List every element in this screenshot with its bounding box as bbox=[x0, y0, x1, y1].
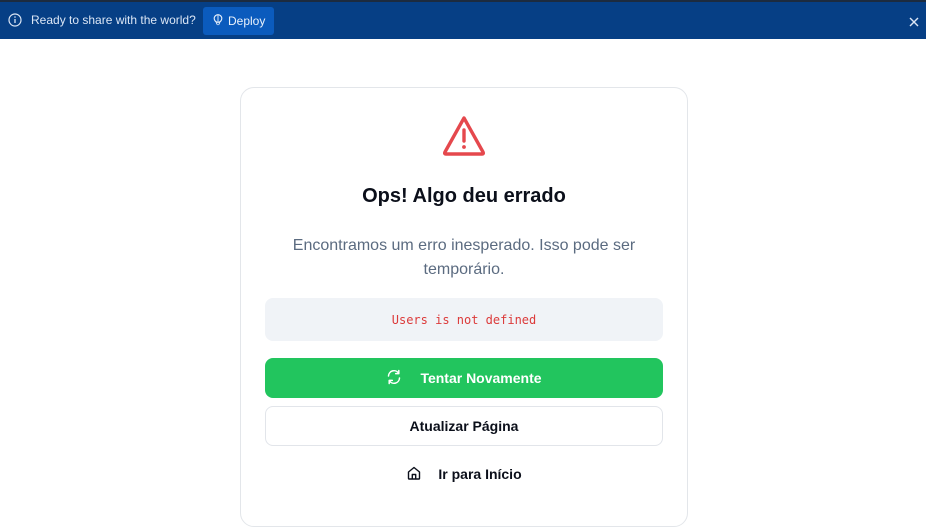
reload-page-label: Atualizar Página bbox=[409, 418, 519, 434]
error-description: Encontramos um erro inesperado. Isso pod… bbox=[292, 237, 636, 278]
deploy-button[interactable]: Deploy bbox=[203, 7, 274, 35]
go-home-button[interactable]: Ir para Início bbox=[265, 454, 663, 494]
deploy-button-label: Deploy bbox=[228, 14, 266, 28]
error-message-box: Users is not defined bbox=[265, 298, 663, 341]
balloon-icon bbox=[213, 13, 228, 29]
retry-button[interactable]: Tentar Novamente bbox=[265, 358, 663, 398]
banner-message: Ready to share with the world? bbox=[31, 13, 196, 27]
deploy-banner: Ready to share with the world? Deploy bbox=[0, 0, 926, 39]
retry-button-label: Tentar Novamente bbox=[420, 370, 542, 386]
error-title: Ops! Algo deu errado bbox=[362, 185, 566, 207]
reload-page-button[interactable]: Atualizar Página bbox=[265, 406, 663, 446]
info-icon bbox=[8, 13, 22, 27]
go-home-label: Ir para Início bbox=[438, 466, 522, 482]
warning-triangle-icon bbox=[441, 114, 487, 158]
error-message: Users is not defined bbox=[391, 312, 537, 327]
close-icon[interactable] bbox=[908, 15, 920, 27]
refresh-icon bbox=[386, 369, 420, 388]
home-icon bbox=[406, 465, 438, 484]
